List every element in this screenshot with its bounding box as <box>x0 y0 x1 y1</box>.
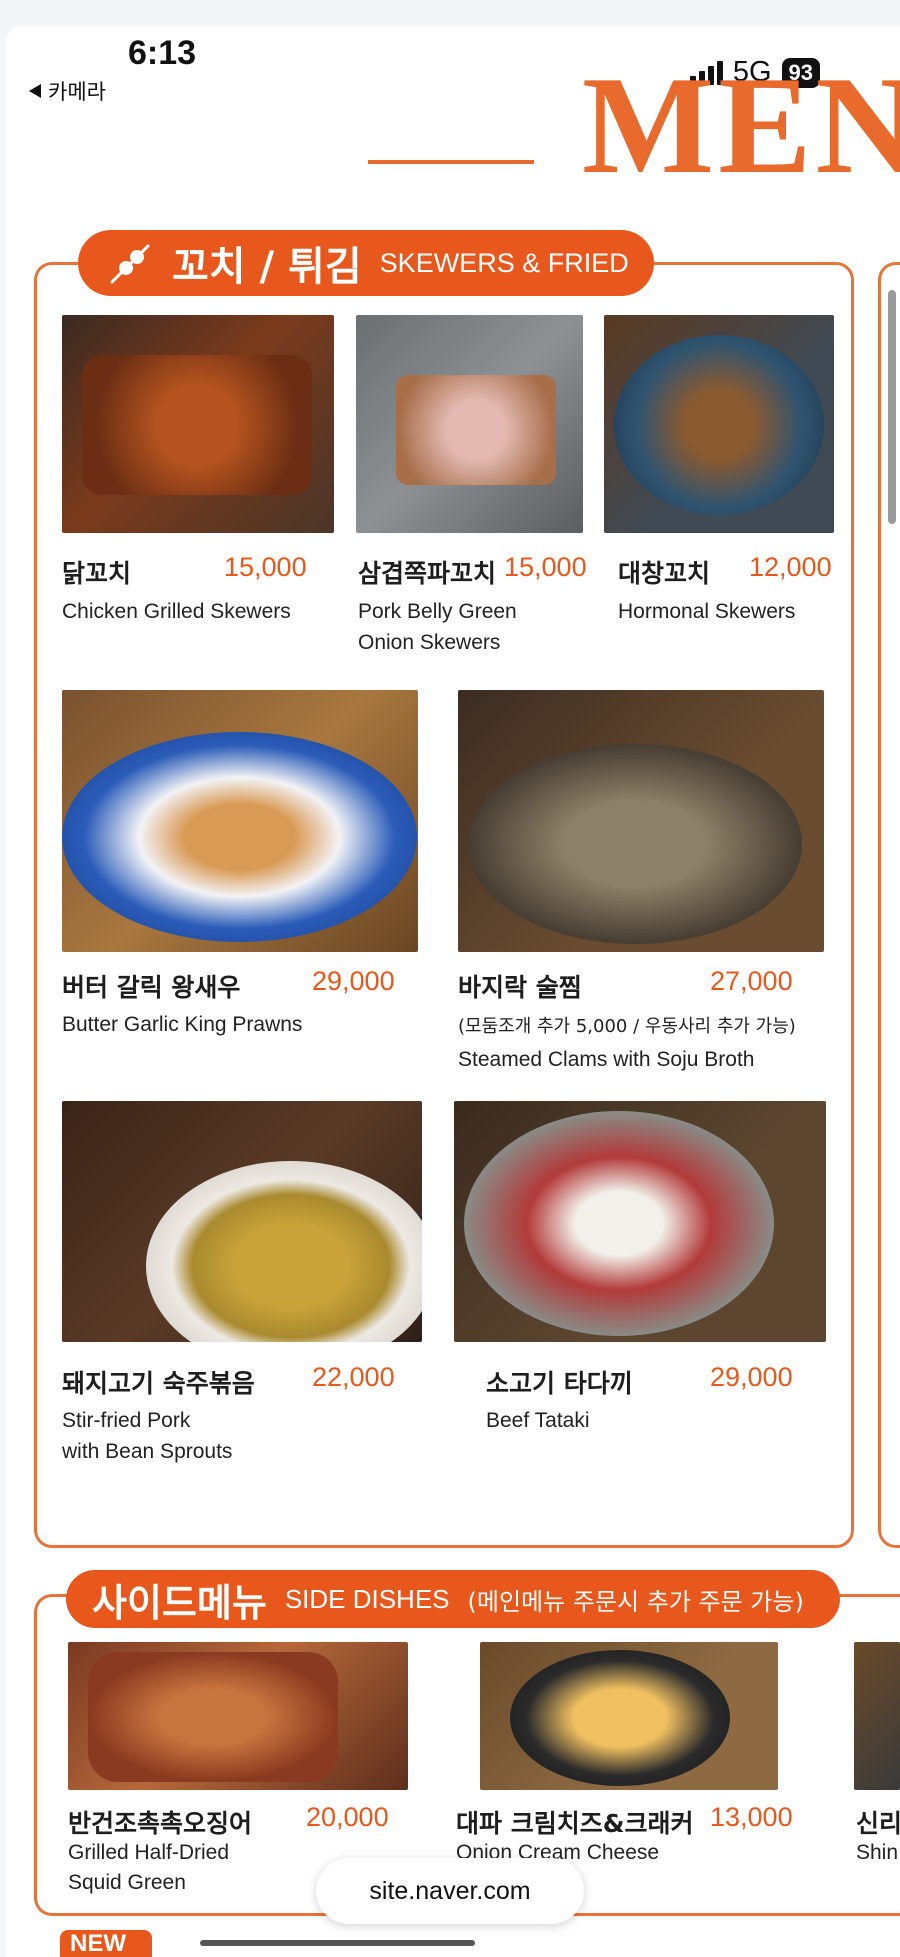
item-name-ko: 소고기 타다끼 <box>486 1369 633 1398</box>
item-name-en: Hormonal Skewers <box>618 600 796 623</box>
stir-fried-pork-photo <box>62 1101 422 1342</box>
status-time: 6:13 <box>128 34 197 72</box>
back-label: 카메라 <box>48 80 106 104</box>
item-name-en: Chicken Grilled Skewers <box>62 600 291 623</box>
item-name-ko: 버터 갈릭 왕새우 <box>62 973 241 1002</box>
item-name-en: Beef Tataki <box>486 1409 590 1432</box>
title-rule <box>368 160 534 164</box>
item-name-ko: 대파 크림치즈&크래커 <box>456 1809 694 1838</box>
new-badge: NEW <box>60 1930 152 1957</box>
item-name-en: with Bean Sprouts <box>62 1440 233 1463</box>
item-price: 29,000 <box>710 1362 793 1392</box>
item-name-ko: 대창꼬치 <box>618 559 711 588</box>
item-name-ko: 반건조촉촉오징어 <box>68 1809 253 1838</box>
item-price: 15,000 <box>224 552 307 582</box>
item-price: 12,000 <box>749 552 832 582</box>
item-name-ko: 닭꼬치 <box>62 559 132 588</box>
side-dishes-note: (메인메뉴 주문시 추가 주문 가능) <box>467 1587 804 1616</box>
item-name-en: Shin <box>856 1841 899 1864</box>
skewers-title-ko: 꼬치 / 튀김 <box>172 244 362 290</box>
item-name-en: Butter Garlic King Prawns <box>62 1013 303 1036</box>
cream-cheese-crackers-photo <box>480 1642 778 1790</box>
item-name-en: Onion Skewers <box>358 631 501 654</box>
steamed-clams-photo <box>458 690 824 952</box>
item-name-en: Squid Green <box>68 1871 186 1894</box>
item-price: 15,000 <box>504 552 587 582</box>
skewer-icon <box>110 244 150 284</box>
item-name-en: Grilled Half-Dried <box>68 1841 230 1864</box>
item-name-en: Steamed Clams with Soju Broth <box>458 1048 755 1071</box>
pork-belly-skewers-photo <box>356 315 583 533</box>
scrollbar[interactable] <box>888 290 896 524</box>
item-price: 27,000 <box>710 966 793 996</box>
item-name-ko: 바지락 술찜 <box>458 973 582 1002</box>
item-name-ko: 신리 <box>856 1809 900 1838</box>
back-triangle-icon <box>29 84 41 98</box>
beef-tataki-photo <box>454 1101 826 1342</box>
item-price: 22,000 <box>312 1362 395 1392</box>
item-price: 20,000 <box>306 1802 389 1832</box>
skewers-header: 꼬치 / 튀김 SKEWERS & FRIED <box>78 230 654 296</box>
item-price: 29,000 <box>312 966 395 996</box>
item-name-ko: 돼지고기 숙주볶음 <box>62 1369 255 1398</box>
third-side-dish-photo <box>854 1642 900 1790</box>
side-dishes-header: 사이드메뉴 SIDE DISHES (메인메뉴 주문시 추가 주문 가능) <box>66 1570 840 1628</box>
item-note: (모둠조개 추가 5,000 / 우동사리 추가 가능) <box>458 1016 796 1037</box>
side-dishes-title-en: SIDE DISHES <box>284 1583 450 1614</box>
url-bar[interactable]: site.naver.com <box>316 1858 584 1924</box>
item-price: 13,000 <box>710 1802 793 1832</box>
home-indicator[interactable] <box>200 1940 475 1946</box>
skewers-title-en: SKEWERS & FRIED <box>379 247 629 278</box>
dried-squid-photo <box>68 1642 408 1790</box>
menu-title: MEN <box>582 48 900 203</box>
back-to-camera-link[interactable]: 카메라 <box>28 76 106 106</box>
chicken-skewers-photo <box>62 315 334 533</box>
garlic-prawns-photo <box>62 690 418 952</box>
item-name-en: Stir-fried Pork <box>62 1409 191 1432</box>
hormonal-skewers-photo <box>604 315 834 533</box>
side-dishes-title-ko: 사이드메뉴 <box>92 1580 267 1625</box>
item-name-en: Pork Belly Green <box>358 600 517 623</box>
item-name-ko: 삼겹쪽파꼬치 <box>358 559 497 588</box>
